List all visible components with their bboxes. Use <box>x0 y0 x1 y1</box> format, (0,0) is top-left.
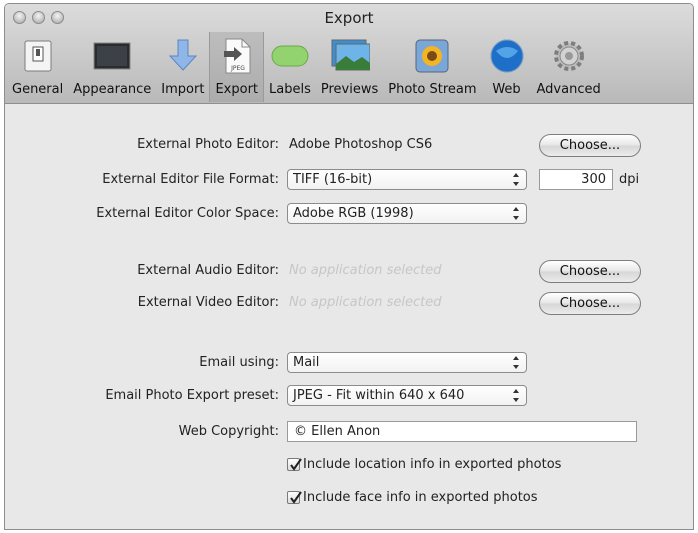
svg-text:JPEG: JPEG <box>230 65 245 72</box>
include-location-label: Include location info in exported photos <box>303 457 562 472</box>
tab-export[interactable]: JPEG Export <box>209 32 265 102</box>
tab-advanced-label: Advanced <box>536 82 601 97</box>
tab-web-label: Web <box>492 82 521 97</box>
color-space-value: Adobe RGB (1998) <box>293 206 414 221</box>
gear-icon <box>549 36 589 76</box>
choose-video-editor-button[interactable]: Choose... <box>539 292 641 315</box>
email-preset-label: Email Photo Export preset: <box>105 388 279 403</box>
tab-appearance-label: Appearance <box>73 82 152 97</box>
email-preset-value: JPEG - Fit within 640 x 640 <box>293 388 465 403</box>
monitor-icon <box>92 36 132 76</box>
dpi-unit-label: dpi <box>619 172 640 187</box>
file-format-value: TIFF (16-bit) <box>293 172 373 187</box>
tab-general[interactable]: General <box>7 32 68 102</box>
email-using-value: Mail <box>293 355 320 370</box>
tab-labels[interactable]: Labels <box>264 32 316 102</box>
email-using-select[interactable]: Mail <box>287 352 527 373</box>
include-face-row: Include face info in exported photos <box>5 488 693 512</box>
preferences-window: Export General Appearance Import JPEG Ex… <box>4 3 694 530</box>
label-pill-icon <box>270 36 310 76</box>
video-editor-label: External Video Editor: <box>137 295 279 310</box>
chevron-updown-icon <box>512 207 520 220</box>
email-preset-row: Email Photo Export preset: JPEG - Fit wi… <box>5 385 693 409</box>
tab-general-label: General <box>12 82 64 97</box>
photo-editor-label: External Photo Editor: <box>137 137 279 152</box>
tab-advanced[interactable]: Advanced <box>532 32 606 102</box>
web-copyright-row: Web Copyright: © Ellen Anon <box>5 421 693 445</box>
choose-photo-editor-button[interactable]: Choose... <box>539 134 641 157</box>
chevron-updown-icon <box>512 173 520 186</box>
email-using-label: Email using: <box>199 355 279 370</box>
web-copyright-field[interactable]: © Ellen Anon <box>287 421 637 442</box>
include-face-checkbox[interactable]: Include face info in exported photos <box>287 490 538 505</box>
tab-export-label: Export <box>215 82 259 97</box>
preferences-toolbar: General Appearance Import JPEG Export La… <box>7 32 606 102</box>
tab-web[interactable]: Web <box>482 32 532 102</box>
file-format-label: External Editor File Format: <box>102 172 279 187</box>
audio-editor-label: External Audio Editor: <box>137 263 279 278</box>
previews-icon <box>330 36 370 76</box>
checkmark-icon <box>290 491 302 504</box>
color-space-row: External Editor Color Space: Adobe RGB (… <box>5 203 693 227</box>
export-settings-pane: External Photo Editor: Adobe Photoshop C… <box>5 104 693 529</box>
include-location-checkbox[interactable]: Include location info in exported photos <box>287 457 561 472</box>
file-format-row: External Editor File Format: TIFF (16-bi… <box>5 169 693 193</box>
email-using-row: Email using: Mail <box>5 352 693 376</box>
photo-stream-icon <box>412 36 452 76</box>
video-editor-row: External Video Editor: No application se… <box>5 292 693 316</box>
chevron-updown-icon <box>512 389 520 402</box>
tab-previews-label: Previews <box>320 82 379 97</box>
color-space-select[interactable]: Adobe RGB (1998) <box>287 203 527 224</box>
tab-labels-label: Labels <box>269 82 311 97</box>
globe-icon <box>487 36 527 76</box>
file-format-select[interactable]: TIFF (16-bit) <box>287 169 527 190</box>
web-copyright-label: Web Copyright: <box>178 424 279 439</box>
audio-editor-row: External Audio Editor: No application se… <box>5 260 693 284</box>
tab-previews[interactable]: Previews <box>316 32 383 102</box>
checkbox-box[interactable] <box>287 491 302 504</box>
dpi-field[interactable]: 300 <box>539 169 613 190</box>
color-space-label: External Editor Color Space: <box>96 206 279 221</box>
include-face-label: Include face info in exported photos <box>303 490 538 505</box>
video-editor-value: No application selected <box>289 295 442 310</box>
include-location-row: Include location info in exported photos <box>5 455 693 479</box>
checkbox-box[interactable] <box>287 458 302 471</box>
jpeg-export-icon: JPEG <box>217 36 257 76</box>
audio-editor-value: No application selected <box>289 263 442 278</box>
title-bar: Export General Appearance Import JPEG Ex… <box>5 4 693 104</box>
import-arrow-icon <box>163 36 203 76</box>
tab-import-label: Import <box>161 82 205 97</box>
tab-import[interactable]: Import <box>156 32 209 102</box>
choose-audio-editor-button[interactable]: Choose... <box>539 260 641 283</box>
tab-appearance[interactable]: Appearance <box>68 32 156 102</box>
chevron-updown-icon <box>512 356 520 369</box>
tab-photo-stream[interactable]: Photo Stream <box>383 32 481 102</box>
tab-photo-stream-label: Photo Stream <box>388 82 477 97</box>
photo-editor-row: External Photo Editor: Adobe Photoshop C… <box>5 134 693 158</box>
photo-editor-value: Adobe Photoshop CS6 <box>289 137 433 152</box>
window-title: Export <box>324 9 374 27</box>
checkmark-icon <box>290 458 302 471</box>
switch-icon <box>18 36 58 76</box>
email-preset-select[interactable]: JPEG - Fit within 640 x 640 <box>287 385 527 406</box>
